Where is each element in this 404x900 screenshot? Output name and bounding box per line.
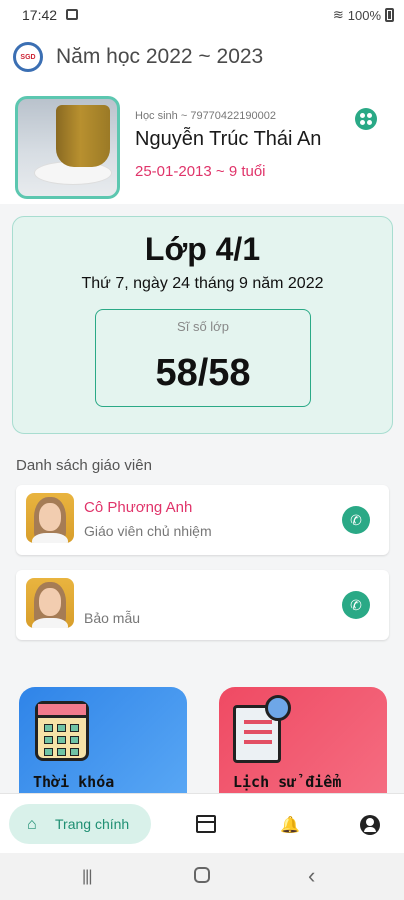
phone-icon[interactable]: ✆ [342, 506, 370, 534]
nav-home-label: Trang chính [55, 816, 130, 832]
bell-icon[interactable]: 🔔 [280, 815, 300, 834]
student-profile: Học sinh ~ 79770422190002 Nguyễn Trúc Th… [0, 86, 404, 204]
status-bar: 17:42 ≋ 100% [0, 0, 404, 30]
home-button-icon[interactable] [194, 867, 210, 883]
class-size-value: 58/58 [155, 352, 251, 394]
student-dob: 25-01-2013 ~ 9 tuổi [135, 163, 266, 180]
profile-icon[interactable] [360, 815, 380, 835]
student-name: Nguyễn Trúc Thái An [135, 128, 322, 150]
battery-percent: 100% [347, 7, 381, 23]
teacher-role: Giáo viên chủ nhiệm [84, 523, 212, 539]
teacher-role: Bảo mẫu [84, 610, 141, 626]
app-bar: SGD Năm học 2022 ~ 2023 [0, 30, 404, 86]
class-card: Lớp 4/1 Thứ 7, ngày 24 tháng 9 năm 2022 … [12, 216, 393, 434]
nav-home[interactable]: ⌂ Trang chính [9, 804, 151, 844]
school-logo: SGD [13, 42, 43, 72]
system-navigation: ||| ‹ [0, 853, 404, 900]
teachers-section-title: Danh sách giáo viên [16, 457, 152, 474]
battery-icon [385, 8, 394, 22]
grade-history-label: Lịch sử điểm [233, 773, 342, 791]
grade-history-tile[interactable]: Lịch sử điểm [219, 687, 387, 807]
wifi-icon: ≋ [332, 7, 344, 22]
back-icon[interactable]: ‹ [308, 863, 315, 889]
teacher-card[interactable]: Cô Phương Anh Giáo viên chủ nhiệm ✆ [16, 485, 389, 555]
teacher-name: Cô Phương Anh [84, 499, 193, 516]
status-time: 17:42 [22, 7, 58, 23]
class-name: Lớp 4/1 [144, 231, 261, 267]
card-icon[interactable] [196, 815, 216, 833]
timetable-label: Thời khóa [33, 773, 115, 791]
photo-cup [56, 105, 110, 167]
class-size-box: Sĩ số lớp 58/58 [95, 309, 311, 407]
image-notification-icon [66, 9, 78, 20]
recents-icon[interactable]: ||| [82, 868, 93, 886]
timetable-tile[interactable]: Thời khóa [19, 687, 187, 807]
student-id: Học sinh ~ 79770422190002 [135, 110, 276, 122]
teacher-avatar [26, 493, 74, 543]
class-size-label: Sĩ số lớp [177, 319, 229, 334]
student-photo [15, 96, 120, 199]
teacher-card[interactable]: Bảo mẫu ✆ [16, 570, 389, 640]
phone-icon[interactable]: ✆ [342, 591, 370, 619]
status-right: ≋ 100% [333, 7, 394, 23]
home-icon: ⌂ [27, 816, 37, 833]
switch-student-icon[interactable] [355, 108, 377, 130]
clock-icon [265, 695, 291, 721]
bottom-navigation: ⌂ Trang chính 🔔 [0, 793, 404, 853]
teacher-avatar [26, 578, 74, 628]
calendar-icon [35, 701, 89, 761]
class-date: Thứ 7, ngày 24 tháng 9 năm 2022 [81, 275, 324, 292]
school-year-title[interactable]: Năm học 2022 ~ 2023 [56, 45, 263, 69]
